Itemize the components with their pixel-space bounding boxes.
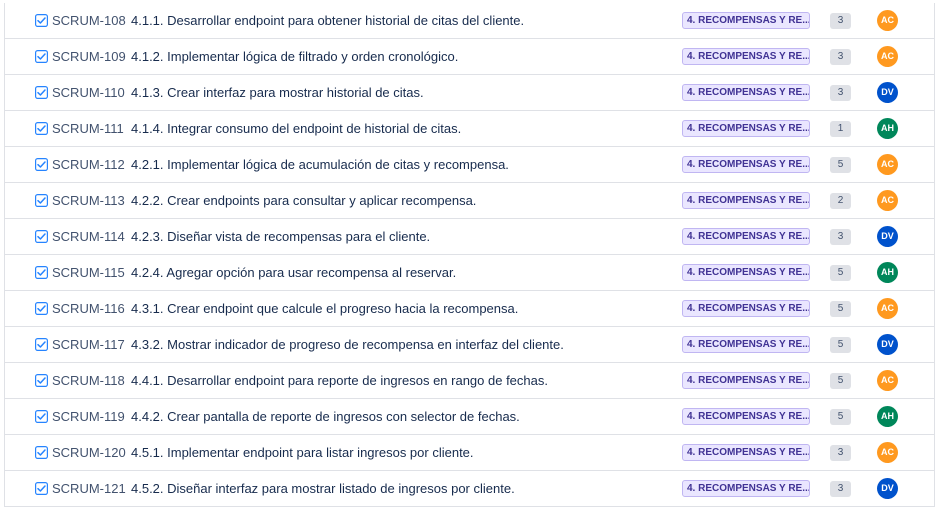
issue-summary[interactable]: 4.1.2. Implementar lógica de filtrado y … <box>131 49 458 64</box>
issue-summary[interactable]: 4.1.1. Desarrollar endpoint para obtener… <box>131 13 524 28</box>
issue-key[interactable]: SCRUM-108 <box>52 13 126 28</box>
story-points-badge: 3 <box>830 49 851 65</box>
issue-key[interactable]: SCRUM-114 <box>52 229 125 244</box>
issue-summary[interactable]: 4.5.1. Implementar endpoint para listar … <box>131 445 474 460</box>
epic-badge[interactable]: 4. RECOMPENSAS Y RE... <box>682 192 810 209</box>
checkbox-task-icon <box>35 158 49 172</box>
issue-row[interactable]: SCRUM-115 4.2.4. Agregar opción para usa… <box>5 255 934 291</box>
story-points-badge: 5 <box>830 337 851 353</box>
issue-row[interactable]: SCRUM-113 4.2.2. Crear endpoints para co… <box>5 183 934 219</box>
issue-summary[interactable]: 4.2.4. Agregar opción para usar recompen… <box>131 265 456 280</box>
issue-row[interactable]: SCRUM-117 4.3.2. Mostrar indicador de pr… <box>5 327 934 363</box>
story-points-badge: 5 <box>830 265 851 281</box>
story-points-badge: 3 <box>830 13 851 29</box>
issue-key[interactable]: SCRUM-111 <box>52 121 124 136</box>
story-points-badge: 3 <box>830 481 851 497</box>
issue-row[interactable]: SCRUM-121 4.5.2. Diseñar interfaz para m… <box>5 471 934 507</box>
assignee-avatar[interactable]: AC <box>877 10 898 31</box>
issue-summary[interactable]: 4.3.1. Crear endpoint que calcule el pro… <box>131 301 518 316</box>
issue-summary[interactable]: 4.1.4. Integrar consumo del endpoint de … <box>131 121 461 136</box>
checkbox-task-icon <box>35 194 49 208</box>
checkbox-task-icon <box>35 230 49 244</box>
issue-row[interactable]: SCRUM-109 4.1.2. Implementar lógica de f… <box>5 39 934 75</box>
checkbox-task-icon <box>35 482 49 496</box>
issue-key[interactable]: SCRUM-112 <box>52 157 125 172</box>
issue-summary[interactable]: 4.2.3. Diseñar vista de recompensas para… <box>131 229 430 244</box>
assignee-avatar[interactable]: AC <box>877 442 898 463</box>
story-points-badge: 3 <box>830 445 851 461</box>
epic-badge[interactable]: 4. RECOMPENSAS Y RE... <box>682 408 810 425</box>
issue-row[interactable]: SCRUM-110 4.1.3. Crear interfaz para mos… <box>5 75 934 111</box>
issue-summary[interactable]: 4.2.2. Crear endpoints para consultar y … <box>131 193 476 208</box>
assignee-avatar[interactable]: AC <box>877 46 898 67</box>
issue-key[interactable]: SCRUM-120 <box>52 445 126 460</box>
issue-key[interactable]: SCRUM-109 <box>52 49 126 64</box>
issue-summary[interactable]: 4.5.2. Diseñar interfaz para mostrar lis… <box>131 481 515 496</box>
story-points-badge: 3 <box>830 85 851 101</box>
epic-badge[interactable]: 4. RECOMPENSAS Y RE... <box>682 120 810 137</box>
checkbox-task-icon <box>35 374 49 388</box>
issue-summary[interactable]: 4.3.2. Mostrar indicador de progreso de … <box>131 337 564 352</box>
story-points-badge: 5 <box>830 301 851 317</box>
story-points-badge: 5 <box>830 373 851 389</box>
issue-row[interactable]: SCRUM-116 4.3.1. Crear endpoint que calc… <box>5 291 934 327</box>
issue-row[interactable]: SCRUM-108 4.1.1. Desarrollar endpoint pa… <box>5 3 934 39</box>
checkbox-task-icon <box>35 410 49 424</box>
issue-list: SCRUM-108 4.1.1. Desarrollar endpoint pa… <box>4 3 935 507</box>
checkbox-task-icon <box>35 446 49 460</box>
epic-badge[interactable]: 4. RECOMPENSAS Y RE... <box>682 372 810 389</box>
epic-badge[interactable]: 4. RECOMPENSAS Y RE... <box>682 480 810 497</box>
issue-key[interactable]: SCRUM-113 <box>52 193 125 208</box>
issue-key[interactable]: SCRUM-118 <box>52 373 125 388</box>
epic-badge[interactable]: 4. RECOMPENSAS Y RE... <box>682 444 810 461</box>
assignee-avatar[interactable]: AC <box>877 298 898 319</box>
checkbox-task-icon <box>35 50 49 64</box>
epic-badge[interactable]: 4. RECOMPENSAS Y RE... <box>682 12 810 29</box>
checkbox-task-icon <box>35 302 49 316</box>
assignee-avatar[interactable]: AH <box>877 262 898 283</box>
issue-key[interactable]: SCRUM-116 <box>52 301 125 316</box>
epic-badge[interactable]: 4. RECOMPENSAS Y RE... <box>682 264 810 281</box>
assignee-avatar[interactable]: DV <box>877 334 898 355</box>
epic-badge[interactable]: 4. RECOMPENSAS Y RE... <box>682 48 810 65</box>
issue-row[interactable]: SCRUM-114 4.2.3. Diseñar vista de recomp… <box>5 219 934 255</box>
issue-key[interactable]: SCRUM-110 <box>52 85 125 100</box>
assignee-avatar[interactable]: AH <box>877 406 898 427</box>
issue-key[interactable]: SCRUM-117 <box>52 337 125 352</box>
story-points-badge: 1 <box>830 121 851 137</box>
epic-badge[interactable]: 4. RECOMPENSAS Y RE... <box>682 156 810 173</box>
issue-row[interactable]: SCRUM-119 4.4.2. Crear pantalla de repor… <box>5 399 934 435</box>
story-points-badge: 5 <box>830 409 851 425</box>
issue-key[interactable]: SCRUM-115 <box>52 265 125 280</box>
assignee-avatar[interactable]: DV <box>877 226 898 247</box>
epic-badge[interactable]: 4. RECOMPENSAS Y RE... <box>682 300 810 317</box>
story-points-badge: 5 <box>830 157 851 173</box>
epic-badge[interactable]: 4. RECOMPENSAS Y RE... <box>682 84 810 101</box>
assignee-avatar[interactable]: AC <box>877 370 898 391</box>
issue-summary[interactable]: 4.4.2. Crear pantalla de reporte de ingr… <box>131 409 520 424</box>
checkbox-task-icon <box>35 266 49 280</box>
assignee-avatar[interactable]: AC <box>877 190 898 211</box>
assignee-avatar[interactable]: AH <box>877 118 898 139</box>
issue-key[interactable]: SCRUM-119 <box>52 409 125 424</box>
issue-row[interactable]: SCRUM-118 4.4.1. Desarrollar endpoint pa… <box>5 363 934 399</box>
checkbox-task-icon <box>35 338 49 352</box>
story-points-badge: 3 <box>830 229 851 245</box>
issue-summary[interactable]: 4.1.3. Crear interfaz para mostrar histo… <box>131 85 424 100</box>
assignee-avatar[interactable]: DV <box>877 82 898 103</box>
issue-summary[interactable]: 4.4.1. Desarrollar endpoint para reporte… <box>131 373 548 388</box>
checkbox-task-icon <box>35 14 49 28</box>
issue-row[interactable]: SCRUM-120 4.5.1. Implementar endpoint pa… <box>5 435 934 471</box>
epic-badge[interactable]: 4. RECOMPENSAS Y RE... <box>682 336 810 353</box>
assignee-avatar[interactable]: DV <box>877 478 898 499</box>
checkbox-task-icon <box>35 122 49 136</box>
issue-row[interactable]: SCRUM-111 4.1.4. Integrar consumo del en… <box>5 111 934 147</box>
assignee-avatar[interactable]: AC <box>877 154 898 175</box>
story-points-badge: 2 <box>830 193 851 209</box>
checkbox-task-icon <box>35 86 49 100</box>
issue-summary[interactable]: 4.2.1. Implementar lógica de acumulación… <box>131 157 509 172</box>
epic-badge[interactable]: 4. RECOMPENSAS Y RE... <box>682 228 810 245</box>
issue-row[interactable]: SCRUM-112 4.2.1. Implementar lógica de a… <box>5 147 934 183</box>
issue-key[interactable]: SCRUM-121 <box>52 481 126 496</box>
